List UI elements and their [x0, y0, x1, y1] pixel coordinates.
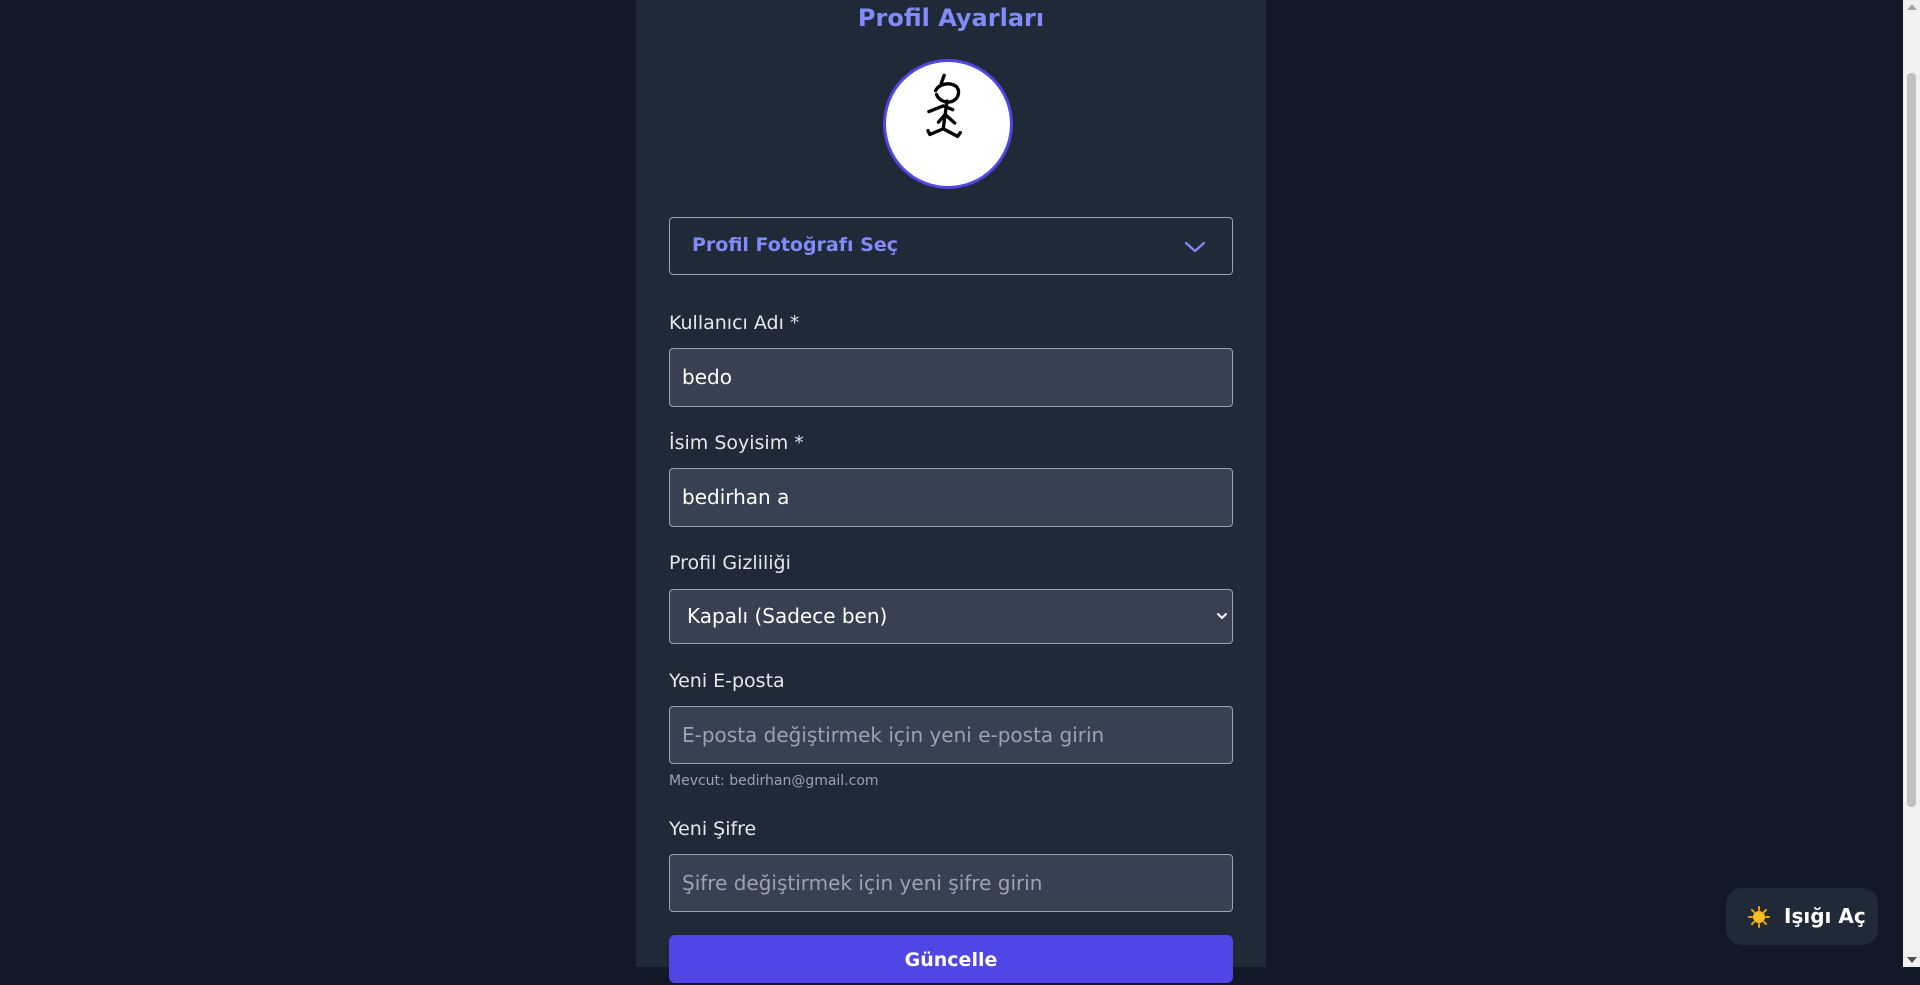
theme-toggle-label: Işığı Aç: [1784, 904, 1866, 928]
fullname-input[interactable]: bedirhan a: [669, 468, 1233, 527]
fullname-label: İsim Soyisim *: [669, 432, 804, 454]
chevron-down-icon: [1217, 613, 1227, 619]
password-label: Yeni Şifre: [669, 818, 757, 840]
scroll-down-arrow-icon[interactable]: [1907, 957, 1917, 963]
privacy-select-value: Kapalı (Sadece ben): [687, 604, 888, 628]
theme-toggle-button[interactable]: Işığı Aç: [1726, 888, 1878, 945]
profile-photo-dropdown[interactable]: Profil Fotoğrafı Seç: [669, 217, 1233, 275]
username-input[interactable]: bedo: [669, 348, 1233, 407]
scrollbar[interactable]: [1903, 0, 1920, 967]
chevron-down-icon: [1184, 241, 1206, 253]
profile-photo-dropdown-label: Profil Fotoğrafı Seç: [692, 234, 898, 256]
scrollbar-thumb[interactable]: [1907, 73, 1916, 807]
page-title: Profil Ayarları: [857, 4, 1045, 32]
password-input[interactable]: Şifre değiştirmek için yeni şifre girin: [669, 854, 1233, 912]
scroll-up-arrow-icon[interactable]: [1907, 4, 1917, 10]
current-email-hint: Mevcut: bedirhan@gmail.com: [669, 773, 879, 789]
sun-icon: [1748, 906, 1770, 928]
email-input[interactable]: E-posta değiştirmek için yeni e-posta gi…: [669, 706, 1233, 764]
privacy-label: Profil Gizliliği: [669, 552, 791, 574]
profile-settings-panel: Profil Ayarları Profil Fotoğrafı Seç Kul…: [636, 0, 1266, 983]
email-label: Yeni E-posta: [669, 670, 785, 692]
stick-figure-icon: [926, 73, 963, 139]
privacy-select[interactable]: Kapalı (Sadece ben): [669, 589, 1233, 644]
username-label: Kullanıcı Adı *: [669, 312, 800, 334]
avatar[interactable]: [883, 59, 1013, 189]
update-button[interactable]: Güncelle: [669, 935, 1233, 983]
